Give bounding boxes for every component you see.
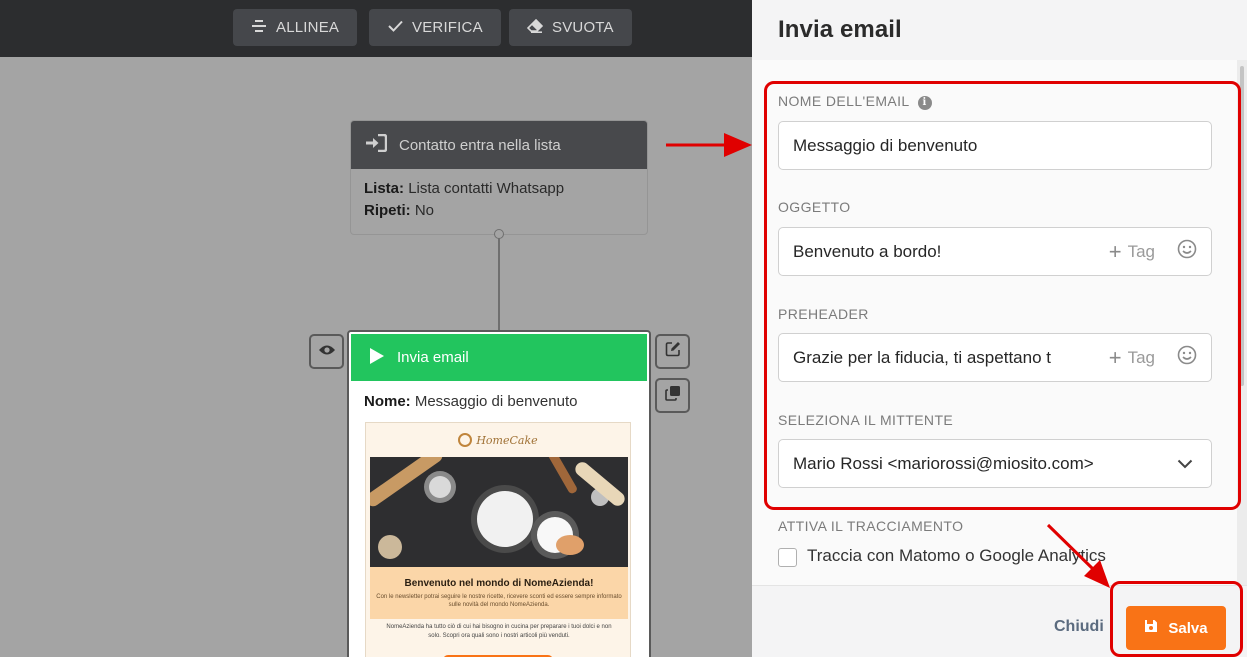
hero-image — [370, 457, 628, 567]
list-value: Lista contatti Whatsapp — [408, 180, 565, 197]
brand-name: HomeCake — [476, 433, 538, 447]
close-button[interactable]: Chiudi — [1054, 618, 1104, 636]
preview-intro: Con le newsletter potrai seguire le nost… — [376, 594, 622, 608]
clear-button[interactable]: SVUOTA — [509, 9, 632, 46]
clear-label: SVUOTA — [552, 19, 614, 36]
node-connector — [498, 235, 500, 331]
send-email-node-title: Invia email — [397, 349, 469, 366]
preview-body: NomeAzienda ha tutto ciò di cui hai biso… — [386, 624, 612, 639]
connector-handle[interactable] — [494, 229, 504, 239]
send-email-node-name: Nome: Messaggio di benvenuto — [349, 381, 649, 420]
name-value: Messaggio di benvenuto — [414, 393, 578, 410]
edit-node-button[interactable] — [655, 334, 690, 369]
preview-button[interactable] — [309, 334, 344, 369]
eraser-icon — [526, 18, 544, 37]
duplicate-node-button[interactable] — [655, 378, 690, 413]
verify-button[interactable]: VERIFICA — [369, 9, 501, 46]
name-key: Nome: — [364, 393, 411, 410]
check-icon — [387, 19, 403, 36]
repeat-key: Ripeti: — [364, 202, 411, 219]
align-button[interactable]: ALLINEA — [233, 9, 358, 46]
annotation-arrow-right — [666, 133, 752, 157]
preview-headline: Benvenuto nel mondo di NomeAzienda! — [404, 578, 594, 589]
tracking-label: ATTIVA IL TRACCIAMENTO — [778, 518, 964, 534]
brand-logo: HomeCake — [366, 423, 630, 457]
edit-icon — [665, 341, 681, 362]
align-icon — [251, 19, 267, 37]
tracking-checkbox[interactable] — [778, 548, 797, 567]
trigger-node-body: Lista: Lista contatti Whatsapp Ripeti: N… — [351, 169, 647, 231]
trigger-node[interactable]: Contatto entra nella lista Lista: Lista … — [350, 120, 648, 235]
toolbar: ALLINEA VERIFICA SVUOTA — [0, 0, 752, 57]
play-icon — [369, 347, 385, 369]
repeat-value: No — [414, 202, 435, 219]
email-preview-thumbnail[interactable]: HomeCake Benvenuto nel mondo di NomeAzie… — [365, 422, 631, 657]
verify-label: VERIFICA — [412, 19, 483, 36]
copy-icon — [664, 385, 681, 406]
annotation-highlight-save — [1110, 581, 1243, 657]
list-key: Lista: — [364, 180, 405, 197]
annotation-highlight-form — [764, 81, 1241, 510]
panel-title: Invia email — [778, 16, 902, 43]
trigger-node-header: Contatto entra nella lista — [351, 121, 647, 169]
send-email-node[interactable]: Invia email Nome: Messaggio di benvenuto… — [347, 330, 651, 657]
trigger-node-title: Contatto entra nella lista — [399, 136, 561, 154]
brand-logo-mark — [458, 433, 473, 447]
align-label: ALLINEA — [276, 19, 340, 36]
eye-icon — [318, 343, 336, 361]
annotation-arrow-down — [1046, 523, 1110, 588]
workflow-canvas[interactable]: ALLINEA VERIFICA SVUOTA Contatto entra n… — [0, 0, 752, 657]
sign-in-icon — [365, 133, 388, 156]
send-email-node-header: Invia email — [351, 334, 647, 381]
preview-headline-block: Benvenuto nel mondo di NomeAzienda! Con … — [370, 567, 628, 619]
